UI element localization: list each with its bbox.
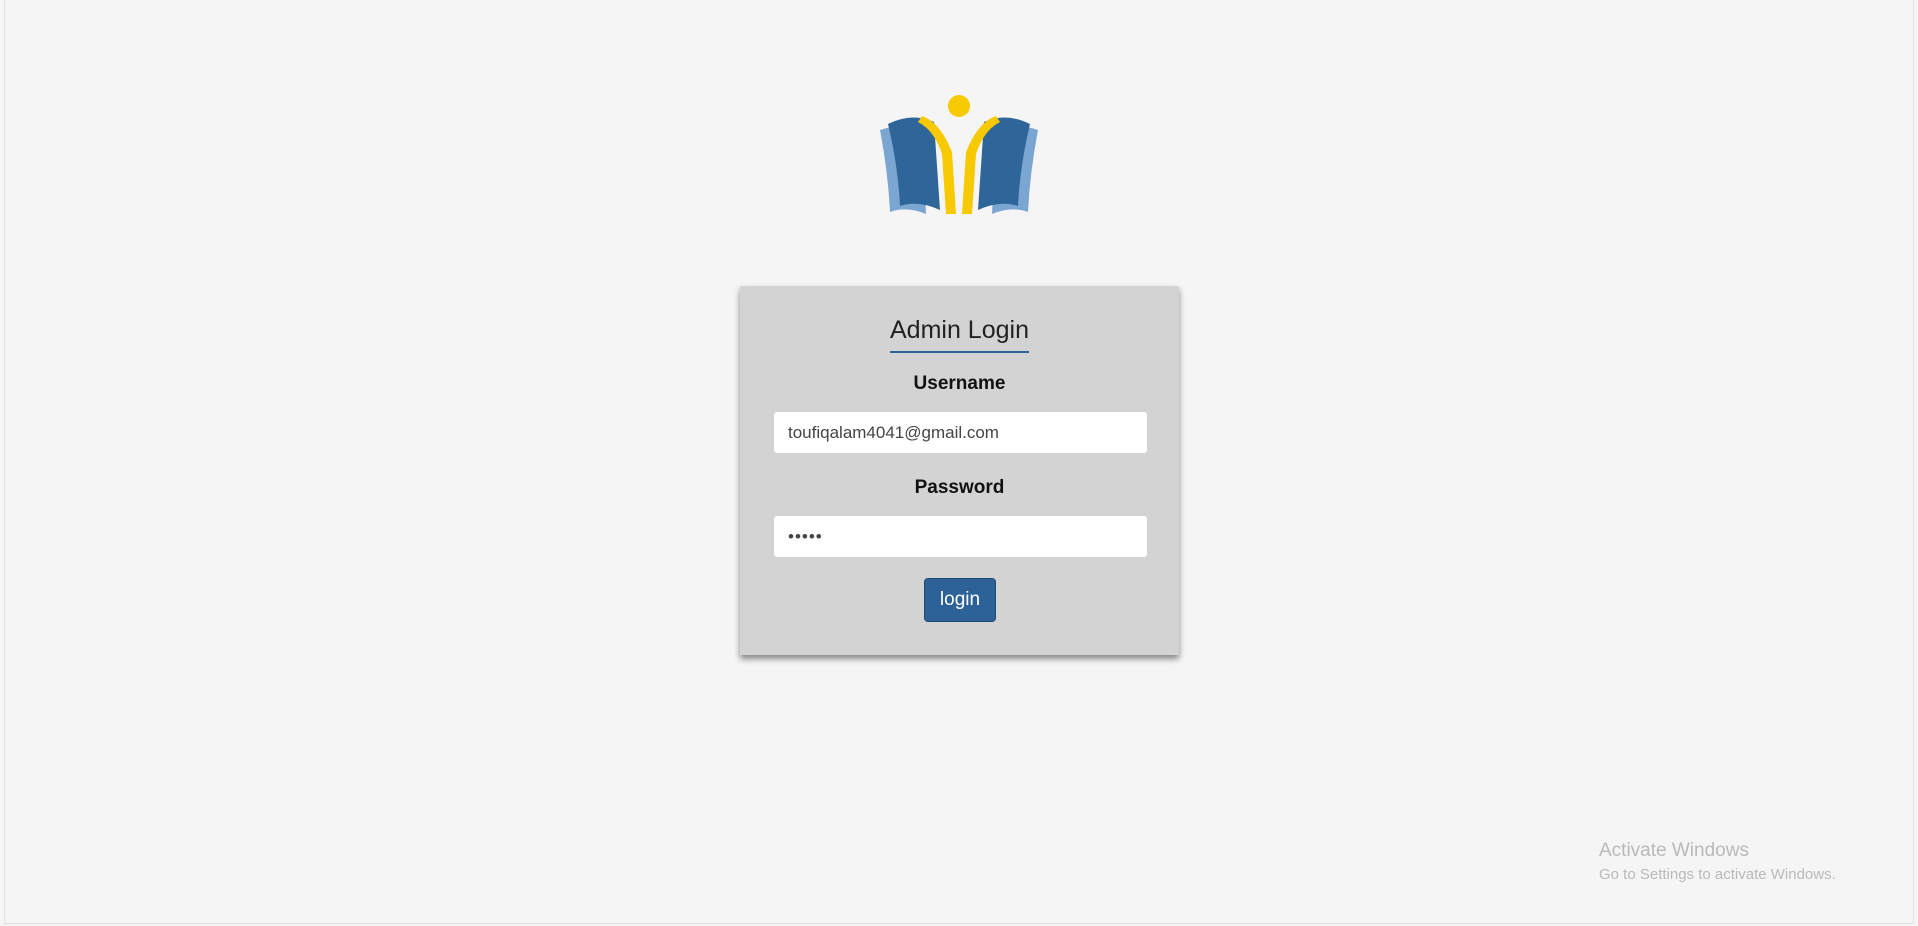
activate-windows-watermark: Activate Windows Go to Settings to activ… (1599, 840, 1836, 883)
login-title: Admin Login (890, 316, 1029, 353)
login-card: Admin Login Username Password login (740, 286, 1179, 655)
username-label: Username (913, 373, 1006, 394)
watermark-subtitle: Go to Settings to activate Windows. (1599, 866, 1836, 883)
password-input[interactable] (774, 516, 1147, 557)
open-book-person-logo (880, 95, 1038, 214)
username-input[interactable] (774, 412, 1147, 453)
login-title-wrapper: Admin Login (740, 316, 1179, 353)
watermark-title: Activate Windows (1599, 840, 1749, 861)
password-label: Password (914, 477, 1005, 498)
login-button[interactable]: login (924, 578, 996, 622)
